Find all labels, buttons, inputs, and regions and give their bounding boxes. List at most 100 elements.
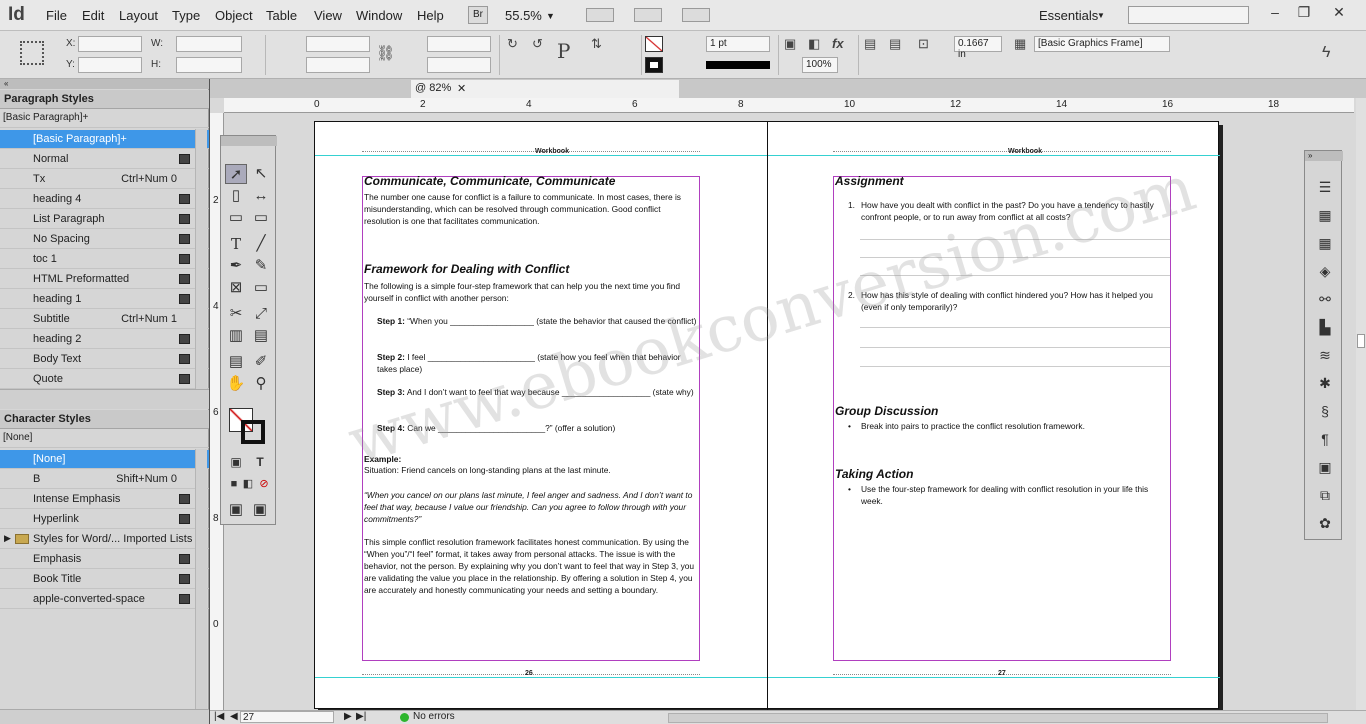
- style-list-item[interactable]: Tx Ctrl+Num 0: [0, 170, 209, 189]
- workspace-switcher[interactable]: Essentials: [1039, 8, 1098, 23]
- content-collector-icon[interactable]: ▭: [225, 208, 247, 228]
- first-page-icon[interactable]: |◀: [214, 711, 224, 722]
- style-list-item[interactable]: heading 2: [0, 330, 209, 349]
- eyedropper-tool-icon[interactable]: ✐: [250, 352, 272, 372]
- arrange-documents-icon[interactable]: [682, 8, 710, 22]
- stroke-type-select[interactable]: [706, 61, 770, 69]
- style-list-item[interactable]: Quote: [0, 370, 209, 389]
- menu-help[interactable]: Help: [417, 8, 444, 23]
- menu-type[interactable]: Type: [172, 8, 200, 23]
- pen-tool-icon[interactable]: ✒: [225, 256, 247, 276]
- paragraph-styles-tab[interactable]: Paragraph Styles: [0, 90, 209, 109]
- character-scrollbar[interactable]: [195, 449, 207, 709]
- apply-none-icon[interactable]: ⊘: [253, 474, 275, 494]
- style-list-item[interactable]: heading 4: [0, 190, 209, 209]
- reference-point-icon[interactable]: [20, 41, 44, 65]
- layers-icon[interactable]: ◈: [1315, 263, 1335, 281]
- last-page-icon[interactable]: ▶|: [356, 711, 366, 722]
- panel-collapse-icon[interactable]: «: [0, 79, 209, 89]
- style-list-item[interactable]: List Paragraph: [0, 210, 209, 229]
- style-list-item[interactable]: Hyperlink: [0, 510, 209, 529]
- character-icon[interactable]: ▣: [1315, 459, 1335, 477]
- object-styles-icon[interactable]: ⧉: [1315, 487, 1335, 505]
- opacity-field[interactable]: 100%: [802, 57, 838, 73]
- character-styles-tab[interactable]: Character Styles: [0, 410, 209, 429]
- next-page-icon[interactable]: ▶: [344, 711, 352, 722]
- normal-view-icon[interactable]: ▣: [225, 500, 247, 520]
- fitting-icon[interactable]: ⊡: [918, 36, 929, 52]
- shear-field[interactable]: [427, 57, 491, 73]
- drop-shadow-icon[interactable]: ◧: [808, 36, 820, 52]
- rectangle-frame-tool-icon[interactable]: ⊠: [225, 278, 247, 298]
- menu-layout[interactable]: Layout: [119, 8, 158, 23]
- h-field[interactable]: [176, 57, 242, 73]
- scale-y-field[interactable]: [306, 57, 370, 73]
- search-input[interactable]: [1128, 6, 1249, 24]
- stroke-color-swatch[interactable]: [241, 420, 265, 444]
- close-icon[interactable]: ✕: [1325, 3, 1353, 21]
- formatting-container-icon[interactable]: ▣: [225, 452, 247, 472]
- page-tool-icon[interactable]: ▯: [225, 186, 247, 206]
- rectangle-tool-icon[interactable]: ▭: [250, 278, 272, 298]
- links-icon[interactable]: ⚯: [1315, 291, 1335, 309]
- menu-edit[interactable]: Edit: [82, 8, 104, 23]
- vertical-scrollbar[interactable]: [1356, 98, 1366, 710]
- horizontal-scrollbar[interactable]: [668, 713, 1328, 723]
- lightning-icon[interactable]: ϟ: [1322, 45, 1330, 61]
- prev-page-icon[interactable]: ◀: [230, 711, 238, 722]
- type-tool-icon[interactable]: T: [225, 234, 247, 254]
- x-field[interactable]: [78, 36, 142, 52]
- y-field[interactable]: [78, 57, 142, 73]
- object-style-select[interactable]: [Basic Graphics Frame]: [1034, 36, 1170, 52]
- note-tool-icon[interactable]: ▤: [225, 352, 247, 372]
- rotate-ccw-icon[interactable]: ↺: [532, 36, 543, 52]
- align-left-icon[interactable]: ▤: [864, 36, 876, 52]
- gradient-swatch-tool-icon[interactable]: ▥: [225, 326, 247, 346]
- style-list-item[interactable]: Subtitle Ctrl+Num 1: [0, 310, 209, 329]
- document-tab[interactable]: @ 82% ✕: [411, 80, 679, 98]
- page-number-field[interactable]: 27: [240, 711, 334, 723]
- text-wrap-icon[interactable]: ▣: [784, 36, 796, 52]
- style-list-item[interactable]: Intense Emphasis: [0, 490, 209, 509]
- horizontal-ruler[interactable]: 0 2 4 6 8 10 12 14 16 18: [224, 98, 1354, 113]
- menu-lines-icon[interactable]: ☰: [1315, 179, 1335, 197]
- menu-view[interactable]: View: [314, 8, 342, 23]
- swatches-icon[interactable]: ✿: [1315, 515, 1335, 533]
- style-list-item[interactable]: Emphasis: [0, 550, 209, 569]
- style-list-item[interactable]: apple-converted-space: [0, 590, 209, 609]
- style-list-item[interactable]: Normal: [0, 150, 209, 169]
- style-list-item[interactable]: HTML Preformatted: [0, 270, 209, 289]
- constrain-proportions-icon[interactable]: ⛓: [376, 46, 395, 62]
- menu-window[interactable]: Window: [356, 8, 402, 23]
- paragraph-scrollbar[interactable]: [195, 129, 207, 389]
- stroke-icon[interactable]: ≋: [1315, 347, 1335, 365]
- style-list-item[interactable]: Body Text: [0, 350, 209, 369]
- stroke-swatch[interactable]: [645, 57, 663, 73]
- style-list-item[interactable]: No Spacing: [0, 230, 209, 249]
- content-placer-icon[interactable]: ▭: [250, 208, 272, 228]
- zoom-tool-icon[interactable]: ⚲: [250, 374, 272, 394]
- direct-selection-tool-icon[interactable]: ↖: [250, 164, 272, 184]
- minimize-icon[interactable]: –: [1261, 3, 1289, 21]
- style-list-item[interactable]: ▶ Styles for Word/... Imported Lists: [0, 530, 209, 549]
- style-list-item[interactable]: B Shift+Num 0: [0, 470, 209, 489]
- pages-icon[interactable]: ▦: [1315, 207, 1335, 225]
- free-transform-tool-icon[interactable]: ⤢: [250, 304, 272, 324]
- offset-field[interactable]: 0.1667 in: [954, 36, 1002, 60]
- scale-x-field[interactable]: [306, 36, 370, 52]
- gap-tool-icon[interactable]: ↔: [250, 186, 272, 206]
- w-field[interactable]: [176, 36, 242, 52]
- rotate-field[interactable]: [427, 36, 491, 52]
- scissors-tool-icon[interactable]: ✂: [225, 304, 247, 324]
- menu-file[interactable]: File: [46, 8, 67, 23]
- rotate-icon[interactable]: ↻: [507, 36, 518, 52]
- document-canvas[interactable]: @ 82% ✕ 0 2 4 6 8 10 12 14 16 18 2 4 6 8 0 Workbook 2…: [210, 79, 1366, 724]
- close-tab-icon[interactable]: ✕: [457, 82, 466, 95]
- preview-mode-icon[interactable]: ▣: [249, 500, 271, 520]
- screen-mode-icon[interactable]: [634, 8, 662, 22]
- style-list-item[interactable]: heading 1: [0, 290, 209, 309]
- align-icon[interactable]: ▙: [1315, 319, 1335, 337]
- gradient-feather-tool-icon[interactable]: ▤: [250, 326, 272, 346]
- style-list-item[interactable]: [Basic Paragraph]+: [0, 130, 209, 149]
- pencil-tool-icon[interactable]: ✎: [250, 256, 272, 276]
